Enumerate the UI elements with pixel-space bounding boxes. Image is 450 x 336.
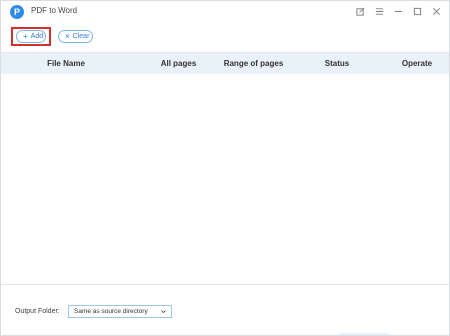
- edit-icon[interactable]: [355, 5, 365, 17]
- column-header-file-name[interactable]: File Name: [1, 59, 131, 68]
- bottom-strip: [339, 333, 389, 335]
- window-title: PDF to Word: [31, 6, 78, 15]
- footer-divider: [1, 284, 449, 285]
- logo-letter: P: [13, 7, 20, 17]
- window-controls: [355, 5, 441, 17]
- add-button-label: Add: [30, 33, 44, 40]
- output-folder-select[interactable]: Same as source directory: [68, 305, 172, 318]
- clear-button-label: Clear: [72, 33, 90, 40]
- column-header-operate[interactable]: Operate: [386, 59, 448, 68]
- close-icon[interactable]: [431, 5, 441, 17]
- menu-icon[interactable]: [374, 5, 384, 17]
- column-header-range-of-pages[interactable]: Range of pages: [211, 59, 296, 68]
- output-folder-label: Output Folder:: [15, 308, 60, 315]
- app-window: P PDF to Word + Add × Clear File Name Al…: [0, 0, 450, 336]
- toolbar: + Add × Clear: [1, 26, 449, 50]
- plus-icon: +: [23, 31, 28, 41]
- pdf-logo-icon: P: [10, 5, 24, 19]
- clear-x-icon: ×: [65, 31, 70, 41]
- column-header-status[interactable]: Status: [306, 59, 368, 68]
- dropdown-caret-icon: [160, 308, 167, 317]
- minimize-icon[interactable]: [393, 5, 403, 17]
- add-button[interactable]: + Add: [16, 30, 46, 43]
- clear-button[interactable]: × Clear: [58, 30, 93, 43]
- column-header-all-pages[interactable]: All pages: [151, 59, 206, 68]
- file-list-area[interactable]: [1, 74, 449, 284]
- file-table-header: File Name All pages Range of pages Statu…: [1, 52, 449, 75]
- title-bar: P PDF to Word: [1, 1, 449, 23]
- maximize-icon[interactable]: [412, 5, 422, 17]
- output-folder-value: Same as source directory: [74, 308, 148, 315]
